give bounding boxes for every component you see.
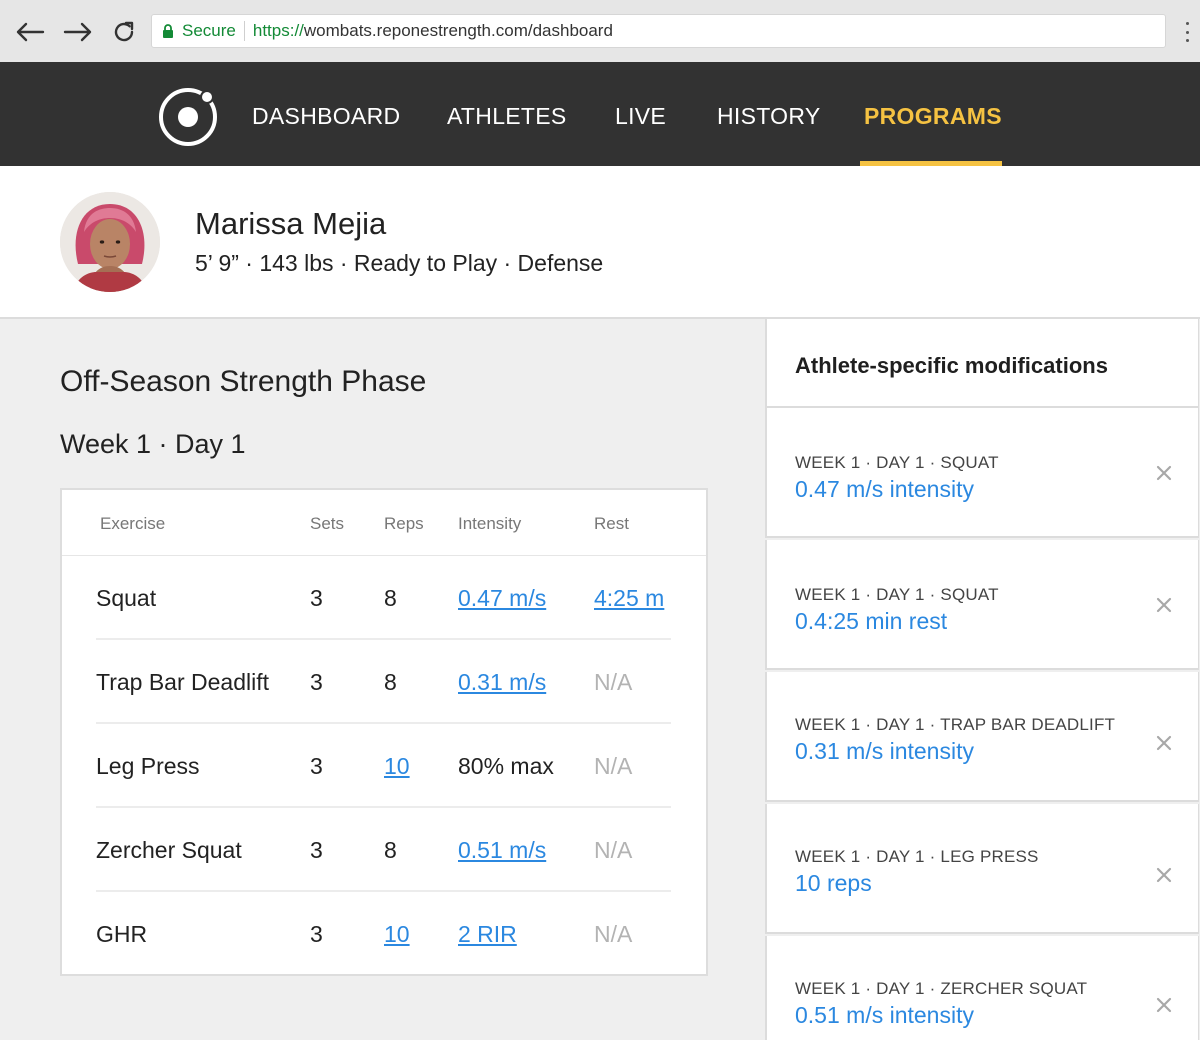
- sets-value: 3: [310, 585, 323, 611]
- nav-programs[interactable]: PROGRAMS: [864, 62, 1002, 166]
- sets-value: 3: [310, 921, 323, 947]
- reps-value: 8: [384, 669, 397, 695]
- intensity-link[interactable]: 0.51 m/s: [458, 808, 546, 892]
- reps-link[interactable]: 10: [384, 892, 410, 976]
- exercise-name: Leg Press: [96, 753, 200, 779]
- reps-value: 8: [384, 837, 397, 863]
- address-bar[interactable]: Secure https:// wombats.reponestrength.c…: [151, 14, 1166, 48]
- intensity-link[interactable]: 0.31 m/s: [458, 640, 546, 724]
- browser-menu-icon[interactable]: [1182, 22, 1192, 42]
- table-row: Squat 3 8 0.47 m/s 4:25 m: [96, 556, 671, 640]
- rest-value: N/A: [594, 921, 633, 947]
- rest-value: N/A: [594, 669, 633, 695]
- modification-item[interactable]: WEEK 1 · DAY 1 · SQUAT 0.4:25 min rest: [765, 540, 1199, 670]
- program-day-title: Week 1 · Day 1: [60, 429, 246, 459]
- intensity-link[interactable]: 2 RIR: [458, 892, 517, 976]
- rest-value: N/A: [594, 753, 633, 779]
- exercise-table: Exercise Sets Reps Intensity Rest Squat …: [60, 488, 708, 976]
- column-header-rest: Rest: [594, 514, 629, 533]
- modification-value: 0.4:25 min rest: [795, 608, 948, 634]
- table-header: Exercise Sets Reps Intensity Rest: [62, 490, 706, 556]
- intensity-value: 80% max: [458, 753, 554, 779]
- athlete-profile-header: Marissa Mejia 5’ 9” · 143 lbs · Ready to…: [0, 166, 1200, 319]
- close-icon[interactable]: [1152, 863, 1176, 887]
- modification-label: WEEK 1 · DAY 1 · LEG PRESS: [795, 847, 1039, 866]
- reload-icon[interactable]: [106, 14, 142, 50]
- close-icon[interactable]: [1152, 461, 1176, 485]
- table-row: GHR 3 10 2 RIR N/A: [96, 892, 671, 976]
- column-header-intensity: Intensity: [458, 514, 522, 533]
- sets-value: 3: [310, 669, 323, 695]
- modification-value: 0.47 m/s intensity: [795, 476, 974, 502]
- modifications-header: Athlete-specific modifications: [765, 319, 1199, 408]
- modification-item[interactable]: WEEK 1 · DAY 1 · ZERCHER SQUAT 0.51 m/s …: [765, 936, 1199, 1040]
- athlete-name: Marissa Mejia: [195, 206, 387, 241]
- table-row: Leg Press 3 10 80% max N/A: [96, 724, 671, 808]
- column-header-sets: Sets: [310, 514, 345, 533]
- browser-toolbar: Secure https:// wombats.reponestrength.c…: [0, 0, 1200, 62]
- reps-link[interactable]: 10: [384, 724, 410, 808]
- lock-icon: [162, 23, 174, 39]
- close-icon[interactable]: [1152, 993, 1176, 1017]
- nav-history[interactable]: HISTORY: [717, 62, 821, 166]
- modification-value: 0.31 m/s intensity: [795, 738, 974, 764]
- app-logo-icon[interactable]: [157, 85, 219, 147]
- modification-label: WEEK 1 · DAY 1 · SQUAT: [795, 453, 999, 472]
- nav-dashboard[interactable]: DASHBOARD: [252, 62, 400, 166]
- exercise-name: GHR: [96, 921, 148, 947]
- program-panel: Off-Season Strength Phase Week 1 · Day 1…: [0, 321, 765, 1040]
- modification-item[interactable]: WEEK 1 · DAY 1 · SQUAT 0.47 m/s intensit…: [765, 408, 1199, 538]
- modification-value: 0.51 m/s intensity: [795, 1002, 974, 1028]
- rest-link[interactable]: 4:25 m: [594, 556, 664, 640]
- sets-value: 3: [310, 753, 323, 779]
- program-title: Off-Season Strength Phase: [60, 365, 427, 398]
- modifications-title: Athlete-specific modifications: [795, 353, 1108, 378]
- app-navbar: DASHBOARD ATHLETES LIVE HISTORY PROGRAMS: [0, 62, 1200, 166]
- modification-label: WEEK 1 · DAY 1 · TRAP BAR DEADLIFT: [795, 715, 1116, 734]
- url-scheme: https://: [252, 21, 304, 40]
- athlete-details: 5’ 9” · 143 lbs · Ready to Play · Defens…: [195, 250, 604, 276]
- modification-item[interactable]: WEEK 1 · DAY 1 · LEG PRESS 10 reps: [765, 804, 1199, 934]
- exercise-name: Squat: [96, 585, 157, 611]
- exercise-name: Trap Bar Deadlift: [96, 669, 269, 695]
- modification-label: WEEK 1 · DAY 1 · SQUAT: [795, 585, 999, 604]
- modifications-panel: Athlete-specific modifications WEEK 1 · …: [765, 319, 1200, 1040]
- address-divider: [243, 21, 245, 41]
- athlete-avatar[interactable]: [60, 192, 160, 292]
- close-icon[interactable]: [1152, 593, 1176, 617]
- exercise-name: Zercher Squat: [96, 837, 242, 863]
- intensity-link[interactable]: 0.47 m/s: [458, 556, 546, 640]
- table-row: Trap Bar Deadlift 3 8 0.31 m/s N/A: [96, 640, 671, 724]
- url-path: wombats.reponestrength.com/dashboard: [303, 21, 613, 40]
- nav-live[interactable]: LIVE: [615, 62, 666, 166]
- column-header-reps: Reps: [384, 514, 424, 533]
- close-icon[interactable]: [1152, 731, 1176, 755]
- modification-value: 10 reps: [795, 870, 872, 896]
- modification-item[interactable]: WEEK 1 · DAY 1 · TRAP BAR DEADLIFT 0.31 …: [765, 672, 1199, 802]
- rest-value: N/A: [594, 837, 633, 863]
- back-arrow-icon[interactable]: [12, 14, 48, 50]
- secure-label: Secure: [182, 21, 236, 40]
- forward-arrow-icon[interactable]: [60, 14, 96, 50]
- column-header-exercise: Exercise: [100, 514, 166, 533]
- nav-athletes[interactable]: ATHLETES: [447, 62, 567, 166]
- sets-value: 3: [310, 837, 323, 863]
- reps-value: 8: [384, 585, 397, 611]
- table-row: Zercher Squat 3 8 0.51 m/s N/A: [96, 808, 671, 892]
- modification-label: WEEK 1 · DAY 1 · ZERCHER SQUAT: [795, 979, 1088, 998]
